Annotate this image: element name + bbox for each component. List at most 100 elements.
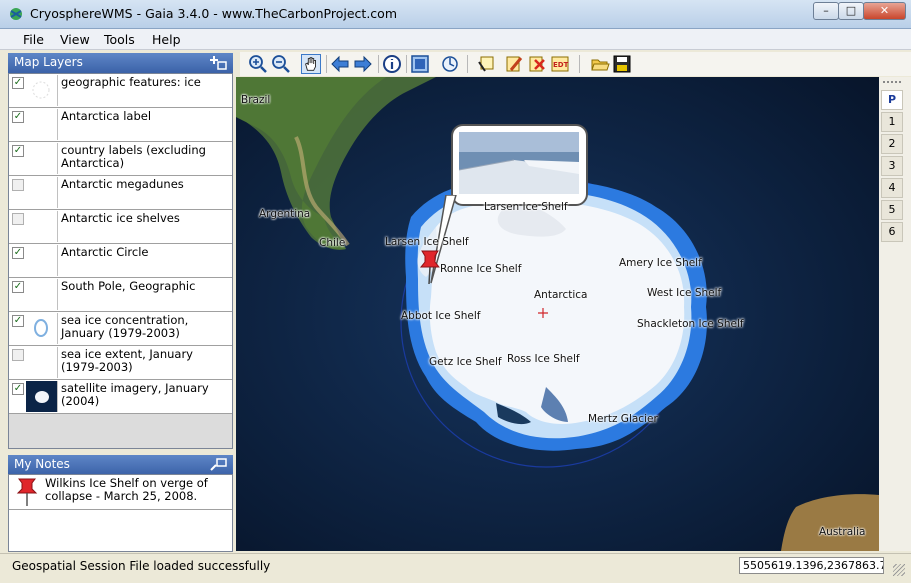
layer-checkbox[interactable]: ✓ (12, 247, 24, 259)
menu-tools[interactable]: Tools (104, 32, 135, 47)
pan-hand-icon[interactable] (301, 54, 321, 74)
menu-view[interactable]: View (60, 32, 90, 47)
layer-row[interactable]: ✓ country labels (excluding Antarctica) (9, 142, 232, 176)
pushpin-icon (16, 478, 38, 506)
map-label-abbot-ice-shelf: Abbot Ice Shelf (401, 310, 481, 322)
add-note-icon[interactable] (209, 457, 227, 472)
page-tab-p[interactable]: P (881, 90, 903, 110)
toolbar: EDT (240, 52, 911, 76)
maximize-button[interactable]: □ (838, 2, 864, 20)
layer-thumbnail (26, 211, 58, 242)
toolbar-separator (406, 55, 407, 73)
map-label-australia: Australia (819, 526, 866, 538)
layer-row[interactable]: Antarctic megadunes (9, 176, 232, 210)
layer-checkbox[interactable]: ✓ (12, 281, 24, 293)
layer-checkbox[interactable] (12, 213, 24, 225)
layer-checkbox[interactable]: ✓ (12, 111, 24, 123)
layer-thumbnail (26, 75, 58, 106)
back-arrow-icon[interactable] (330, 54, 350, 74)
map-layers-header: Map Layers (8, 53, 233, 73)
layer-checkbox[interactable] (12, 179, 24, 191)
layer-label: geographic features: ice (61, 75, 201, 89)
menu-help[interactable]: Help (152, 32, 181, 47)
layer-row[interactable]: ✓ satellite imagery, January (2004) (9, 380, 232, 414)
layer-label: country labels (excluding Antarctica) (61, 143, 206, 170)
layer-row[interactable]: ✓ geographic features: ice (9, 74, 232, 108)
coordinates-readout: 5505619.1396,2367863.7715 (739, 557, 884, 574)
menu-bar: File View Tools Help (0, 29, 911, 50)
note-callout[interactable] (451, 124, 588, 206)
layer-thumbnail (26, 177, 58, 208)
select-tool-icon[interactable] (476, 54, 496, 74)
map-label-brazil: Brazil (241, 94, 271, 106)
map-label-argentina: Argentina (259, 208, 311, 220)
refresh-icon[interactable] (440, 54, 460, 74)
toolbar-separator (579, 55, 580, 73)
layer-row[interactable]: ✓ South Pole, Geographic (9, 278, 232, 312)
layers-list: ✓ geographic features: ice ✓ Antarctica … (8, 73, 233, 449)
layer-thumbnail (26, 313, 58, 344)
zoom-out-icon[interactable] (271, 54, 291, 74)
menu-file[interactable]: File (23, 32, 44, 47)
info-icon[interactable] (382, 54, 402, 74)
layer-label: Antarctic megadunes (61, 177, 184, 191)
forward-arrow-icon[interactable] (353, 54, 373, 74)
ice-shelf-photo (459, 132, 579, 194)
close-button[interactable]: ✕ (863, 2, 906, 20)
map-label-larsen-ice-shelf-upper: Larsen Ice Shelf (484, 201, 568, 213)
layer-label: Antarctic Circle (61, 245, 149, 259)
edit-text-icon[interactable]: EDT (550, 54, 570, 74)
layer-row[interactable]: Antarctic ice shelves (9, 210, 232, 244)
add-layer-icon[interactable] (209, 55, 227, 70)
title-bar: CryosphereWMS - Gaia 3.4.0 - www.TheCarb… (0, 0, 911, 29)
full-extent-icon[interactable] (410, 54, 430, 74)
page-tab-2[interactable]: 2 (881, 134, 903, 154)
status-bar: Geospatial Session File loaded successfu… (0, 553, 911, 583)
layer-thumbnail (26, 109, 58, 140)
open-folder-icon[interactable] (590, 54, 610, 74)
delete-icon[interactable] (527, 54, 547, 74)
map-label-chile: Chile (319, 237, 346, 249)
note-text: Wilkins Ice Shelf on verge of collapse -… (45, 476, 208, 503)
layer-row[interactable]: ✓ Antarctic Circle (9, 244, 232, 278)
layer-checkbox[interactable] (12, 349, 24, 361)
map-label-ross-ice-shelf: Ross Ice Shelf (507, 353, 580, 365)
save-disk-icon[interactable] (612, 54, 632, 74)
map-label-getz-ice-shelf: Getz Ice Shelf (429, 356, 502, 368)
page-tab-3[interactable]: 3 (881, 156, 903, 176)
layer-thumbnail (26, 143, 58, 174)
layer-row[interactable]: ✓ Antarctica label (9, 108, 232, 142)
layer-checkbox[interactable]: ✓ (12, 77, 24, 89)
map-view[interactable]: Brazil Argentina Chile Larsen Ice Shelf … (236, 77, 879, 551)
layer-thumbnail (26, 347, 58, 378)
layer-label: Antarctic ice shelves (61, 211, 180, 225)
layer-thumbnail (26, 245, 58, 276)
page-tab-1[interactable]: 1 (881, 112, 903, 132)
page-tab-4[interactable]: 4 (881, 178, 903, 198)
layer-checkbox[interactable]: ✓ (12, 145, 24, 157)
layer-label: satellite imagery, January (2004) (61, 381, 209, 408)
resize-grip[interactable] (893, 564, 905, 576)
layer-row[interactable]: ✓ sea ice concentration, January (1979-2… (9, 312, 232, 346)
note-item[interactable]: Wilkins Ice Shelf on verge of collapse -… (9, 475, 232, 510)
app-logo-icon (10, 8, 22, 20)
layer-checkbox[interactable]: ✓ (12, 315, 24, 327)
my-notes-title: My Notes (14, 457, 70, 471)
page-tabs: P 1 2 3 4 5 6 (879, 77, 911, 551)
layer-label: Antarctica label (61, 109, 152, 123)
grip-handle (883, 81, 901, 86)
layer-row[interactable]: sea ice extent, January (1979-2003) (9, 346, 232, 380)
page-tab-5[interactable]: 5 (881, 200, 903, 220)
layer-checkbox[interactable]: ✓ (12, 383, 24, 395)
map-label-antarctica: Antarctica (534, 289, 588, 301)
zoom-in-icon[interactable] (248, 54, 268, 74)
edit-pencil-icon[interactable] (504, 54, 524, 74)
minimize-button[interactable]: – (813, 2, 839, 20)
map-pushpin-icon[interactable] (419, 249, 441, 285)
page-tab-6[interactable]: 6 (881, 222, 903, 242)
window-title: CryosphereWMS - Gaia 3.4.0 - www.TheCarb… (30, 6, 397, 21)
map-label-mertz-glacier: Mertz Glacier (588, 413, 658, 425)
map-label-larsen-ice-shelf: Larsen Ice Shelf (385, 236, 469, 248)
toolbar-separator (467, 55, 468, 73)
layer-label: South Pole, Geographic (61, 279, 196, 293)
